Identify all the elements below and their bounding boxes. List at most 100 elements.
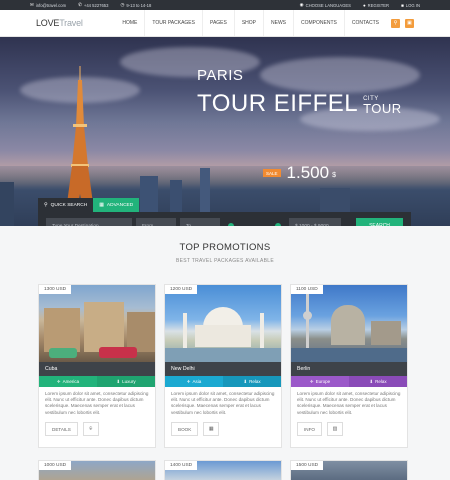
promotions-subtitle: BEST TRAVEL PACKAGES AVAILABLE	[175, 258, 275, 264]
chart-icon[interactable]: ▥	[326, 422, 343, 436]
tag-type-label: Relax	[249, 379, 261, 384]
clock-icon: ◷	[120, 2, 125, 7]
nav-item-news[interactable]: NEWS	[263, 10, 293, 36]
login-link[interactable]: ■ LOG IN	[401, 2, 420, 8]
download-icon: ⬇	[369, 378, 374, 384]
card-title: Cuba	[39, 362, 155, 376]
download-icon: ⬇	[243, 378, 248, 384]
search-button[interactable]: SEARCH	[356, 217, 403, 226]
mail-icon: ✉	[30, 2, 34, 7]
price-badge: 1200 USD	[165, 285, 198, 294]
choose-languages-link[interactable]: ◉ CHOOSE LANGUAGES	[300, 2, 351, 8]
tag-type: ⬇ Relax	[223, 376, 281, 387]
tag-type-label: Luxury	[122, 379, 136, 384]
tab-quick-label: QUICK SEARCH	[50, 202, 88, 208]
tab-advanced-label: ADVANCED	[106, 202, 134, 208]
register-link[interactable]: ● REGISTER	[363, 2, 389, 8]
promo-card-row2-3[interactable]: 1500 USD	[290, 460, 408, 480]
logo-accent: Travel	[59, 18, 83, 28]
search-panel: ⚲ QUICK SEARCH ▦ ADVANCED Type Your Destin…	[38, 198, 411, 226]
nav-item-contacts[interactable]: CONTACTS	[343, 10, 386, 36]
tag-region-label: Asia	[192, 379, 202, 384]
hero-banner: PARIS TOUR EIFFEL CITY TOUR SALE 1.500 $…	[0, 37, 450, 226]
price-badge: 1100 USD	[291, 285, 323, 294]
card-description: Lorem ipsum dolor sit amet, consectetur …	[45, 391, 149, 415]
phone-text: +44 5227653	[83, 2, 109, 8]
tag-region-label: Europe	[315, 379, 331, 384]
tag-region-label: America	[62, 379, 80, 384]
tag-type-label: Relax	[375, 379, 387, 384]
card-description: Lorem ipsum dolor sit amet, consectetur …	[171, 391, 275, 415]
nav-item-shop[interactable]: SHOP	[233, 10, 263, 36]
price-badge: 1500 USD	[291, 461, 324, 470]
info-button[interactable]: INFO	[297, 422, 322, 436]
logo-main: LOVE	[36, 18, 60, 28]
cart-icon[interactable]: ▣	[405, 18, 414, 28]
price-badge: 1300 USD	[39, 285, 72, 294]
promo-card-row2-2[interactable]: 1400 USD	[164, 460, 282, 480]
promotion-cards: 1300 USD Cuba ✈ America ⬇ Luxury Lorem ips…	[38, 284, 408, 448]
promotion-cards-row-2: 1000 USD 1400 USD 1500 USD	[38, 460, 408, 480]
search-icon[interactable]: ⚲	[391, 18, 400, 28]
tag-type: ⬇ Luxury	[97, 376, 155, 387]
calendar-icon[interactable]: ▦	[203, 422, 220, 436]
lock-icon: ■	[401, 2, 404, 8]
user-icon: ●	[362, 2, 366, 8]
tab-quick-search[interactable]: ⚲ QUICK SEARCH	[38, 198, 94, 212]
price-range-slider[interactable]	[228, 218, 281, 226]
price-badge: 1000 USD	[39, 461, 72, 470]
plane-icon: ✈	[56, 378, 61, 384]
tag-region: ✈ Europe	[291, 376, 349, 387]
languages-label: CHOOSE LANGUAGES	[305, 2, 351, 8]
phone-icon: ✆	[78, 2, 82, 7]
email-contact[interactable]: ✉ info@travel.com	[30, 2, 66, 8]
card-description: Lorem ipsum dolor sit amet, consectetur …	[297, 391, 401, 415]
hero-price: 1.500	[286, 163, 330, 182]
top-info-bar: ✉ info@travel.com ✆ +44 5227653 ◷ 9-13 to 1…	[0, 0, 450, 10]
book-button[interactable]: BOOK	[171, 422, 199, 436]
register-label: REGISTER	[367, 2, 390, 8]
plane-icon: ✈	[309, 378, 314, 384]
hero-currency: $	[332, 172, 336, 179]
login-label: LOG IN	[405, 2, 420, 8]
tag-region: ✈ America	[39, 376, 97, 387]
promo-card-new-delhi[interactable]: 1200 USD New Delhi ✈ Asia ⬇ Relax Lorem ip…	[164, 284, 282, 448]
nav-item-pages[interactable]: PAGES	[201, 10, 234, 36]
slider-max-handle[interactable]	[275, 223, 281, 226]
download-icon: ⬇	[116, 378, 121, 384]
hero-city: PARIS	[197, 67, 244, 84]
promo-card-cuba[interactable]: 1300 USD Cuba ✈ America ⬇ Luxury Lorem ips…	[38, 284, 156, 448]
email-text: info@travel.com	[35, 2, 67, 8]
main-navbar: LOVETravel HOME TOUR PACKAGES PAGES SHOP…	[0, 10, 450, 37]
globe-icon: ◉	[299, 2, 304, 7]
slider-min-handle[interactable]	[228, 223, 234, 226]
tag-region: ✈ Asia	[165, 376, 223, 387]
promotions-header: TOP PROMOTIONS BEST TRAVEL PACKAGES AVAI…	[0, 226, 450, 264]
nav-item-home[interactable]: HOME	[115, 10, 144, 36]
sale-badge: SALE	[263, 169, 281, 177]
tab-advanced[interactable]: ▦ ADVANCED	[93, 198, 140, 212]
nav-item-components[interactable]: COMPONENTS	[293, 10, 344, 36]
destination-input[interactable]: Type Your Destination	[46, 217, 132, 226]
phone-contact[interactable]: ✆ +44 5227653	[78, 2, 108, 8]
berlin-image: 1100 USD	[291, 285, 407, 362]
grid-icon: ▦	[99, 202, 104, 208]
to-date-input[interactable]: To	[180, 217, 220, 226]
cuba-image: 1300 USD	[39, 285, 155, 362]
search-icon: ⚲	[44, 202, 48, 208]
details-button[interactable]: DETAILS	[45, 422, 78, 436]
promo-card-row2-1[interactable]: 1000 USD	[38, 460, 156, 480]
nav-menu: HOME TOUR PACKAGES PAGES SHOP NEWS COMPO…	[115, 10, 414, 36]
hero-sub2: TOUR	[363, 101, 402, 116]
nav-item-tour-packages[interactable]: TOUR PACKAGES	[144, 10, 202, 36]
tag-type: ⬇ Relax	[349, 376, 407, 387]
promotions-title: TOP PROMOTIONS	[179, 242, 271, 253]
promo-card-berlin[interactable]: 1100 USD Berlin ✈ Europe ⬇ Relax Lorem ips…	[290, 284, 408, 448]
hours-info: ◷ 9-13 to 14-18	[120, 2, 151, 8]
map-marker-icon[interactable]: ⌾	[82, 422, 99, 436]
card-title: Berlin	[291, 362, 407, 376]
card-title: New Delhi	[165, 362, 281, 376]
site-logo[interactable]: LOVETravel	[36, 18, 83, 28]
price-badge: 1400 USD	[165, 461, 198, 470]
from-date-input[interactable]: From	[136, 217, 176, 226]
